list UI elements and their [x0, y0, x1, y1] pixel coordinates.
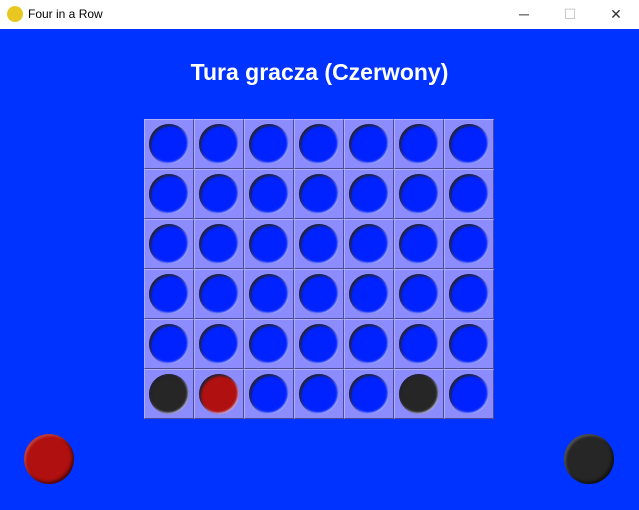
- board-cell[interactable]: [144, 269, 194, 319]
- turn-status: Tura gracza (Czerwony): [190, 59, 449, 85]
- board-cell[interactable]: [144, 369, 194, 419]
- empty-slot: [299, 324, 339, 364]
- empty-slot: [349, 124, 389, 164]
- board-cell[interactable]: [444, 219, 494, 269]
- board-cell[interactable]: [344, 169, 394, 219]
- board-cell[interactable]: [294, 319, 344, 369]
- empty-slot: [449, 174, 489, 214]
- board-cell[interactable]: [244, 269, 294, 319]
- close-button[interactable]: ✕: [593, 0, 639, 29]
- black-token: [149, 374, 189, 414]
- board-cell[interactable]: [394, 369, 444, 419]
- empty-slot: [149, 224, 189, 264]
- board-cell[interactable]: [394, 119, 444, 169]
- empty-slot: [249, 274, 289, 314]
- empty-slot: [349, 374, 389, 414]
- board-cell[interactable]: [144, 319, 194, 369]
- empty-slot: [399, 224, 439, 264]
- empty-slot: [249, 224, 289, 264]
- empty-slot: [199, 224, 239, 264]
- empty-slot: [299, 374, 339, 414]
- red-token: [199, 374, 239, 414]
- board-cell[interactable]: [444, 319, 494, 369]
- empty-slot: [299, 274, 339, 314]
- empty-slot: [399, 124, 439, 164]
- board-cell[interactable]: [194, 219, 244, 269]
- empty-slot: [299, 224, 339, 264]
- empty-slot: [199, 274, 239, 314]
- board-cell[interactable]: [294, 219, 344, 269]
- board-cell[interactable]: [294, 119, 344, 169]
- minimize-button[interactable]: ─: [501, 0, 547, 29]
- board-cell[interactable]: [444, 269, 494, 319]
- black-token: [399, 374, 439, 414]
- empty-slot: [299, 124, 339, 164]
- empty-slot: [149, 124, 189, 164]
- empty-slot: [299, 174, 339, 214]
- board-cell[interactable]: [144, 169, 194, 219]
- board-cell[interactable]: [194, 119, 244, 169]
- board-cell[interactable]: [344, 269, 394, 319]
- empty-slot: [449, 374, 489, 414]
- board-cell[interactable]: [394, 269, 444, 319]
- empty-slot: [399, 174, 439, 214]
- board-cell[interactable]: [444, 119, 494, 169]
- empty-slot: [249, 374, 289, 414]
- board-cell[interactable]: [244, 219, 294, 269]
- empty-slot: [149, 174, 189, 214]
- board-cell[interactable]: [194, 269, 244, 319]
- empty-slot: [249, 174, 289, 214]
- board-cell[interactable]: [144, 119, 194, 169]
- board-cell[interactable]: [194, 369, 244, 419]
- empty-slot: [149, 274, 189, 314]
- board-cell[interactable]: [194, 319, 244, 369]
- python-icon: [7, 6, 23, 22]
- board-cell[interactable]: [444, 169, 494, 219]
- board-cell[interactable]: [344, 319, 394, 369]
- empty-slot: [249, 124, 289, 164]
- red-token-pile[interactable]: [24, 434, 74, 484]
- board-cell[interactable]: [294, 269, 344, 319]
- board-cell[interactable]: [344, 219, 394, 269]
- empty-slot: [199, 174, 239, 214]
- empty-slot: [449, 124, 489, 164]
- empty-slot: [449, 324, 489, 364]
- board-cell[interactable]: [194, 169, 244, 219]
- board-cell[interactable]: [344, 119, 394, 169]
- board-cell[interactable]: [394, 319, 444, 369]
- board-cell[interactable]: [394, 169, 444, 219]
- maximize-button[interactable]: ☐: [547, 0, 593, 29]
- board-cell[interactable]: [244, 169, 294, 219]
- empty-slot: [349, 324, 389, 364]
- empty-slot: [449, 274, 489, 314]
- board-cell[interactable]: [244, 319, 294, 369]
- title-bar: Four in a Row ─ ☐ ✕: [0, 0, 639, 29]
- board-cell[interactable]: [294, 169, 344, 219]
- empty-slot: [399, 324, 439, 364]
- empty-slot: [349, 224, 389, 264]
- empty-slot: [149, 324, 189, 364]
- board-cell[interactable]: [344, 369, 394, 419]
- empty-slot: [349, 174, 389, 214]
- game-area: Tura gracza (Czerwony): [0, 29, 639, 510]
- board-cell[interactable]: [144, 219, 194, 269]
- empty-slot: [249, 324, 289, 364]
- black-token-pile[interactable]: [564, 434, 614, 484]
- empty-slot: [349, 274, 389, 314]
- window-title: Four in a Row: [28, 7, 103, 21]
- empty-slot: [399, 274, 439, 314]
- board-cell[interactable]: [244, 119, 294, 169]
- game-board[interactable]: [144, 119, 494, 419]
- empty-slot: [199, 124, 239, 164]
- board-cell[interactable]: [394, 219, 444, 269]
- board-cell[interactable]: [294, 369, 344, 419]
- board-cell[interactable]: [244, 369, 294, 419]
- board-cell[interactable]: [444, 369, 494, 419]
- empty-slot: [449, 224, 489, 264]
- empty-slot: [199, 324, 239, 364]
